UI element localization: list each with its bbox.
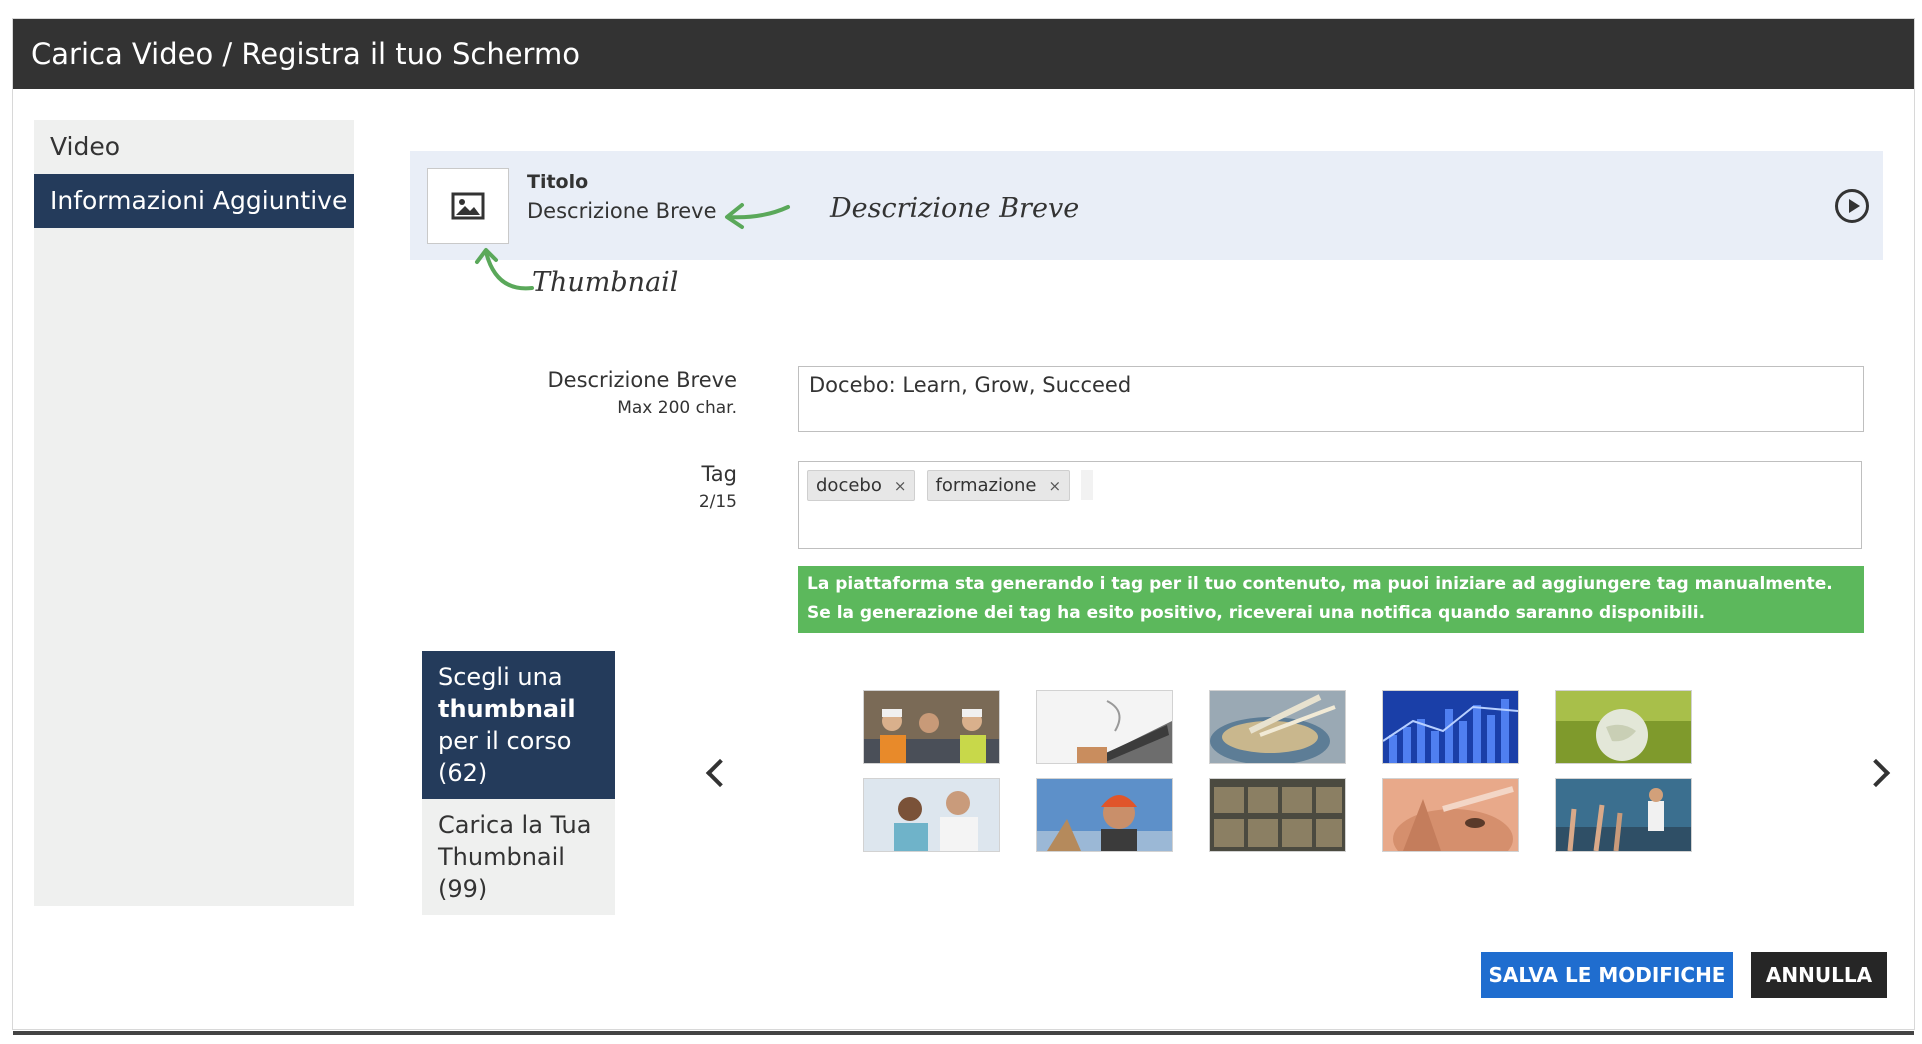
- sidebar-item-video[interactable]: Video: [34, 120, 354, 174]
- tag-label: formazione: [935, 475, 1037, 496]
- annotation-curved-arrow-icon: [475, 248, 534, 291]
- preview-short-description: Descrizione Breve: [527, 199, 717, 223]
- tab-text-prefix: Scegli una: [438, 663, 563, 691]
- thinking-face-image: [1383, 779, 1518, 851]
- green-globe-image: [1556, 691, 1691, 763]
- tags-label-group: Tag 2/15: [699, 462, 737, 512]
- remove-tag-icon[interactable]: ×: [1048, 477, 1061, 495]
- tag-chip: docebo ×: [807, 470, 916, 501]
- tag-label: docebo: [816, 475, 882, 496]
- thumbnail-option[interactable]: [1036, 690, 1173, 764]
- save-button[interactable]: SALVA LE MODIFICHE: [1481, 952, 1733, 998]
- tab-text: Carica la Tua Thumbnail (99): [438, 811, 592, 903]
- remove-tag-icon[interactable]: ×: [894, 477, 907, 495]
- sidebar: Video Informazioni Aggiuntive: [34, 120, 354, 906]
- thumbnail-option[interactable]: [1382, 690, 1519, 764]
- thumbnail-tabs: Scegli una thumbnail per il corso (62) C…: [422, 651, 615, 915]
- play-icon[interactable]: [1835, 189, 1869, 223]
- thumbnail-option[interactable]: [1209, 690, 1346, 764]
- thumbnail-placeholder: [427, 168, 509, 244]
- preview-card: Titolo Descrizione Breve Descrizione Bre…: [410, 151, 1883, 260]
- tag-text-input[interactable]: [1081, 470, 1094, 500]
- tab-text-bold: thumbnail: [438, 695, 576, 723]
- worker-helmet-image: [1037, 779, 1172, 851]
- annotation-description: Descrizione Breve: [830, 193, 1080, 224]
- short-description-label-group: Descrizione Breve Max 200 char.: [547, 368, 737, 418]
- tab-text-suffix: per il corso (62): [438, 727, 572, 787]
- tags-label: Tag: [701, 462, 737, 486]
- tab-upload-thumbnail[interactable]: Carica la Tua Thumbnail (99): [422, 799, 615, 915]
- thumbnail-option[interactable]: [1555, 690, 1692, 764]
- short-description-label: Descrizione Breve: [547, 368, 737, 392]
- tags-count: 2/15: [698, 492, 737, 512]
- thumbnail-option[interactable]: [1036, 778, 1173, 852]
- annotation-arrow-icon: [725, 203, 790, 229]
- warehouse-image: [1210, 779, 1345, 851]
- thumbnail-option[interactable]: [863, 778, 1000, 852]
- tag-chip: formazione ×: [926, 470, 1071, 501]
- image-icon: [451, 192, 485, 220]
- blue-chart-image: [1383, 691, 1518, 763]
- dialog-title: Carica Video / Registra il tuo Schermo: [13, 19, 1914, 89]
- thumbnail-option[interactable]: [1555, 778, 1692, 852]
- construction-workers-image: [864, 691, 999, 763]
- cancel-button[interactable]: ANNULLA: [1751, 952, 1887, 998]
- tab-choose-thumbnail[interactable]: Scegli una thumbnail per il corso (62): [422, 651, 615, 799]
- thumbnail-gallery: [863, 690, 1694, 866]
- classroom-image: [1556, 779, 1691, 851]
- preview-title: Titolo: [527, 171, 589, 193]
- thumbnail-option[interactable]: [1209, 778, 1346, 852]
- tags-field[interactable]: docebo × formazione ×: [798, 461, 1862, 549]
- sidebar-item-additional-info[interactable]: Informazioni Aggiuntive: [34, 174, 354, 228]
- thumbnail-option[interactable]: [1382, 778, 1519, 852]
- short-description-field[interactable]: Docebo: Learn, Grow, Succeed: [798, 366, 1864, 432]
- scientists-image: [864, 779, 999, 851]
- wheat-bowl-image: [1210, 691, 1345, 763]
- dialog-bottom-border: [13, 1031, 1914, 1035]
- short-description-hint: Max 200 char.: [617, 398, 737, 418]
- laptop-hand-image: [1037, 691, 1172, 763]
- thumbnail-option[interactable]: [863, 690, 1000, 764]
- tag-generation-notice: La piattaforma sta generando i tag per i…: [798, 566, 1864, 633]
- annotation-thumbnail: Thumbnail: [532, 267, 679, 298]
